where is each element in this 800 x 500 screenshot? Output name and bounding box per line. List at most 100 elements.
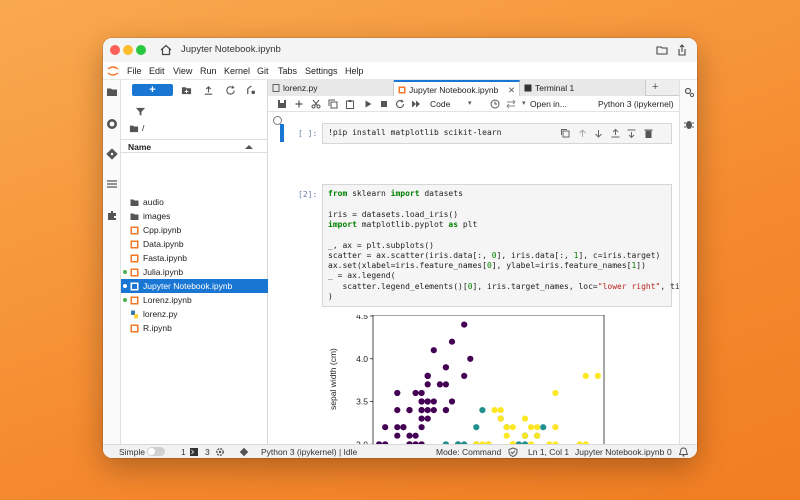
move-up-icon[interactable] <box>577 128 588 139</box>
kernels-count[interactable]: 3 <box>205 447 210 457</box>
delete-cell-icon[interactable] <box>643 128 654 139</box>
cell-type-select[interactable]: Code <box>430 99 450 109</box>
notebook-icon <box>130 296 139 305</box>
close-tab-icon[interactable]: ✕ <box>508 85 515 96</box>
code-line[interactable]: ) <box>328 292 333 301</box>
git-clone-icon[interactable] <box>245 85 256 96</box>
property-inspector-icon[interactable] <box>683 86 695 98</box>
breadcrumb-path[interactable]: / <box>142 123 144 133</box>
tab-terminal[interactable]: Terminal 1 <box>520 80 646 96</box>
kernel-status[interactable]: Python 3 (ipykernel) | Idle <box>261 447 357 457</box>
menu-file[interactable]: File <box>127 66 142 76</box>
code-line[interactable]: ax.set(xlabel=iris.feature_names[0], yla… <box>328 261 646 270</box>
cursor-position[interactable]: Ln 1, Col 1 <box>528 447 569 457</box>
code-line[interactable]: import matplotlib.pyplot as plt <box>328 220 477 229</box>
duplicate-cell-icon[interactable] <box>560 128 571 139</box>
running-indicator <box>123 284 127 288</box>
chevron-down-icon[interactable]: ▾ <box>468 99 472 107</box>
running-icon[interactable] <box>106 118 118 130</box>
code-line[interactable]: scatter = ax.scatter(iris.data[:, 0], ir… <box>328 251 660 260</box>
menu-run[interactable]: Run <box>200 66 217 76</box>
menu-help[interactable]: Help <box>345 66 364 76</box>
file-name: Cpp.ipynb <box>143 225 182 235</box>
code-line[interactable]: _ = ax.legend( <box>328 271 395 280</box>
run-icon[interactable] <box>363 99 373 109</box>
move-down-icon[interactable] <box>593 128 604 139</box>
file-row[interactable]: Julia.ipynb <box>121 265 268 279</box>
file-name: Jupyter Notebook.ipynb <box>143 281 233 291</box>
restart-icon[interactable] <box>395 99 405 109</box>
data-point <box>479 407 486 414</box>
stop-icon[interactable] <box>379 99 389 109</box>
code-line[interactable]: _, ax = plt.subplots() <box>328 241 434 250</box>
refresh-icon[interactable] <box>225 85 236 96</box>
insert-above-icon[interactable] <box>610 128 621 139</box>
new-folder-icon[interactable] <box>181 85 192 96</box>
kernel-selector[interactable]: Python 3 (ipykernel) <box>598 99 674 109</box>
file-row[interactable]: Fasta.ipynb <box>121 251 268 265</box>
git-icon[interactable] <box>106 148 118 160</box>
data-point <box>594 372 601 379</box>
file-row[interactable]: images <box>121 209 268 223</box>
table-of-contents-icon[interactable] <box>106 178 118 190</box>
tab-jupyter-notebook[interactable]: Jupyter Notebook.ipynb ✕ <box>394 80 520 97</box>
filter-icon[interactable] <box>135 106 146 117</box>
code-line[interactable]: from sklearn import datasets <box>328 189 463 198</box>
code-cell[interactable]: from sklearn import datasets iris = data… <box>322 184 679 307</box>
keyword: import <box>390 189 420 198</box>
terminal-icon[interactable] <box>190 448 198 456</box>
new-launcher-button[interactable]: + <box>132 84 173 96</box>
close-window-button[interactable] <box>110 45 120 55</box>
folder-icon[interactable] <box>106 86 118 98</box>
cell-source[interactable]: !pip install matplotlib scikit-learn <box>328 128 501 137</box>
share-icon[interactable] <box>675 43 689 57</box>
notification-count[interactable]: 0 <box>667 447 672 457</box>
file-row[interactable]: audio <box>121 195 268 209</box>
file-row[interactable]: lorenz.py <box>121 307 268 321</box>
save-icon[interactable] <box>277 99 287 109</box>
cut-icon[interactable] <box>311 99 321 109</box>
extensions-icon[interactable] <box>106 209 118 221</box>
insert-below-icon[interactable] <box>626 128 637 139</box>
zoom-window-button[interactable] <box>136 45 146 55</box>
bell-icon[interactable] <box>679 447 688 457</box>
file-row[interactable]: Data.ipynb <box>121 237 268 251</box>
menu-tabs[interactable]: Tabs <box>278 66 297 76</box>
chevron-down-icon[interactable]: ▾ <box>522 99 526 107</box>
notebook-toolbar: Code ▾ Open in... ▾ Python 3 (ipykernel) <box>268 96 679 112</box>
shield-icon[interactable] <box>508 447 518 457</box>
open-in-button[interactable]: Open in... <box>530 99 567 109</box>
menu-view[interactable]: View <box>173 66 192 76</box>
code-line[interactable]: scatter.legend_elements()[0], iris.targe… <box>328 282 679 291</box>
file-row[interactable]: Lorenz.ipynb <box>121 293 268 307</box>
menu-settings[interactable]: Settings <box>305 66 338 76</box>
insert-cell-icon[interactable] <box>294 99 304 109</box>
home-icon[interactable] <box>159 43 173 57</box>
copy-icon[interactable] <box>328 99 338 109</box>
code-cell[interactable]: !pip install matplotlib scikit-learn <box>322 123 672 144</box>
name-column-header[interactable]: Name <box>121 139 268 153</box>
menu-edit[interactable]: Edit <box>149 66 165 76</box>
file-row[interactable]: R.ipynb <box>121 321 268 335</box>
simple-mode-toggle[interactable] <box>147 447 165 456</box>
diff-icon[interactable] <box>506 99 516 109</box>
paste-icon[interactable] <box>345 99 355 109</box>
file-row[interactable]: Cpp.ipynb <box>121 223 268 237</box>
debugger-icon[interactable] <box>683 118 695 130</box>
code-line[interactable]: iris = datasets.load_iris() <box>328 210 458 219</box>
tab-label: Terminal 1 <box>535 83 575 93</box>
terminals-count[interactable]: 1 <box>181 447 186 457</box>
git-icon[interactable] <box>239 447 249 457</box>
minimize-window-button[interactable] <box>123 45 133 55</box>
folder-icon[interactable] <box>129 124 139 133</box>
upload-icon[interactable] <box>203 85 214 96</box>
menu-git[interactable]: Git <box>257 66 269 76</box>
restart-run-all-icon[interactable] <box>411 99 421 109</box>
file-row[interactable]: Jupyter Notebook.ipynb <box>121 279 268 293</box>
menu-kernel[interactable]: Kernel <box>224 66 250 76</box>
add-tab-icon[interactable]: + <box>652 81 658 93</box>
tab-lorenz-py[interactable]: lorenz.py <box>268 80 394 96</box>
clock-icon[interactable] <box>490 99 500 109</box>
gear-icon[interactable] <box>215 447 225 457</box>
folder-icon[interactable] <box>655 43 669 57</box>
